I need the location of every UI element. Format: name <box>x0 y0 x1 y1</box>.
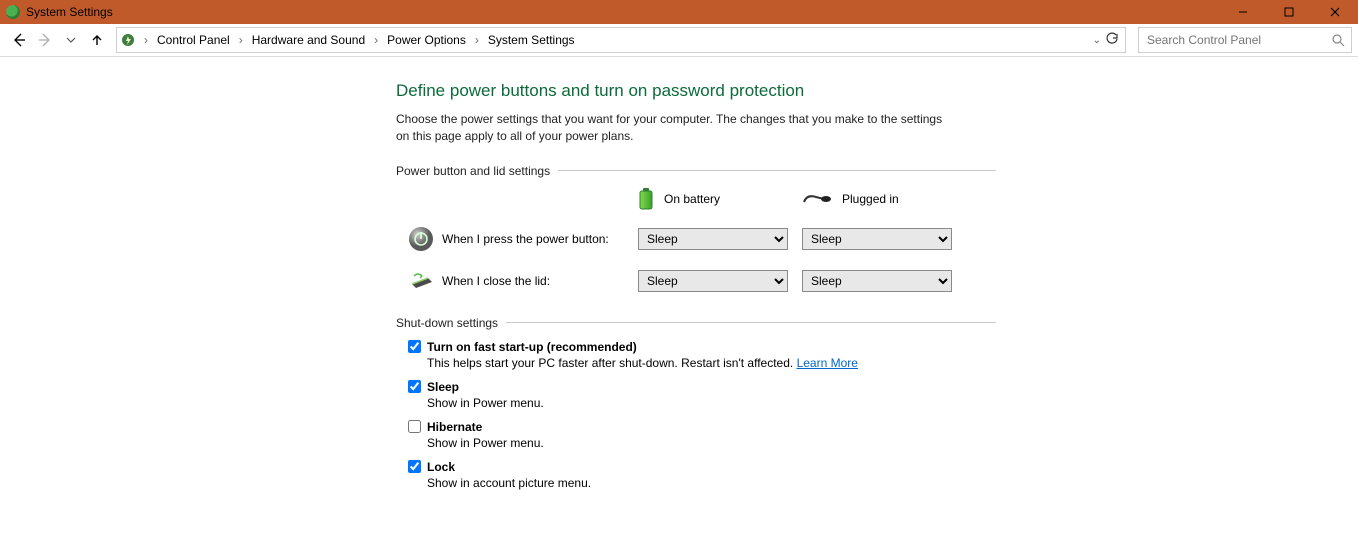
nav-up-button[interactable] <box>88 31 106 49</box>
hibernate-sub: Show in Power menu. <box>427 436 996 450</box>
breadcrumb-item[interactable]: System Settings <box>484 33 579 47</box>
sleep-checkbox[interactable] <box>408 380 421 393</box>
chevron-right-icon[interactable]: › <box>139 33 153 47</box>
laptop-lid-icon <box>408 268 434 294</box>
power-button-battery-select[interactable]: Sleep <box>638 228 788 250</box>
shutdown-item-sleep: Sleep Show in Power menu. <box>408 380 996 410</box>
column-on-battery: On battery <box>664 192 720 206</box>
row-power-button: When I press the power button: <box>408 226 638 252</box>
shutdown-item-fast-startup: Turn on fast start-up (recommended) This… <box>408 340 996 370</box>
nav-recent-button[interactable] <box>62 31 80 49</box>
chevron-right-icon[interactable]: › <box>470 33 484 47</box>
lock-label: Lock <box>427 460 455 474</box>
shutdown-item-hibernate: Hibernate Show in Power menu. <box>408 420 996 450</box>
learn-more-link[interactable]: Learn More <box>797 356 858 370</box>
section-header-power-lid: Power button and lid settings <box>396 164 996 178</box>
close-button[interactable] <box>1312 0 1358 24</box>
fast-startup-label: Turn on fast start-up (recommended) <box>427 340 637 354</box>
breadcrumb-item[interactable]: Control Panel <box>153 33 234 47</box>
row-close-lid: When I close the lid: <box>408 268 638 294</box>
sleep-label: Sleep <box>427 380 459 394</box>
chevron-right-icon[interactable]: › <box>234 33 248 47</box>
search-icon <box>1331 33 1345 47</box>
nav-forward-button[interactable] <box>36 31 54 49</box>
main-content: Define power buttons and turn on passwor… <box>0 57 996 540</box>
chevron-right-icon[interactable]: › <box>369 33 383 47</box>
title-bar: System Settings <box>0 0 1358 24</box>
divider <box>506 322 996 323</box>
breadcrumb-item[interactable]: Hardware and Sound <box>248 33 369 47</box>
address-bar[interactable]: › Control Panel › Hardware and Sound › P… <box>116 27 1126 53</box>
search-box[interactable] <box>1138 27 1352 53</box>
app-icon <box>6 5 20 19</box>
search-input[interactable] <box>1145 32 1331 48</box>
section-title: Power button and lid settings <box>396 164 550 178</box>
window-title: System Settings <box>26 5 113 19</box>
close-lid-battery-select[interactable]: Sleep <box>638 270 788 292</box>
fast-startup-checkbox[interactable] <box>408 340 421 353</box>
minimize-button[interactable] <box>1220 0 1266 24</box>
close-lid-plugged-select[interactable]: Sleep <box>802 270 952 292</box>
lock-sub: Show in account picture menu. <box>427 476 996 490</box>
hibernate-label: Hibernate <box>427 420 482 434</box>
section-header-shutdown: Shut-down settings <box>396 316 996 330</box>
power-button-icon <box>408 226 434 252</box>
row-label-text: When I press the power button: <box>442 232 609 246</box>
nav-bar: › Control Panel › Hardware and Sound › P… <box>0 24 1358 57</box>
battery-icon <box>638 188 654 210</box>
fast-startup-sub: This helps start your PC faster after sh… <box>427 356 996 370</box>
refresh-button[interactable] <box>1105 32 1119 49</box>
section-title: Shut-down settings <box>396 316 498 330</box>
power-button-plugged-select[interactable]: Sleep <box>802 228 952 250</box>
sleep-sub: Show in Power menu. <box>427 396 996 410</box>
divider <box>558 170 996 171</box>
page-description: Choose the power settings that you want … <box>396 111 956 146</box>
row-label-text: When I close the lid: <box>442 274 550 288</box>
power-plan-icon <box>117 32 139 48</box>
maximize-button[interactable] <box>1266 0 1312 24</box>
shutdown-item-lock: Lock Show in account picture menu. <box>408 460 996 490</box>
nav-back-button[interactable] <box>10 31 28 49</box>
column-plugged-in: Plugged in <box>842 192 899 206</box>
address-dropdown-icon[interactable]: ⌄ <box>1093 35 1101 46</box>
hibernate-checkbox[interactable] <box>408 420 421 433</box>
breadcrumb-item[interactable]: Power Options <box>383 33 470 47</box>
lock-checkbox[interactable] <box>408 460 421 473</box>
plug-icon <box>802 192 832 206</box>
page-heading: Define power buttons and turn on passwor… <box>396 81 996 101</box>
